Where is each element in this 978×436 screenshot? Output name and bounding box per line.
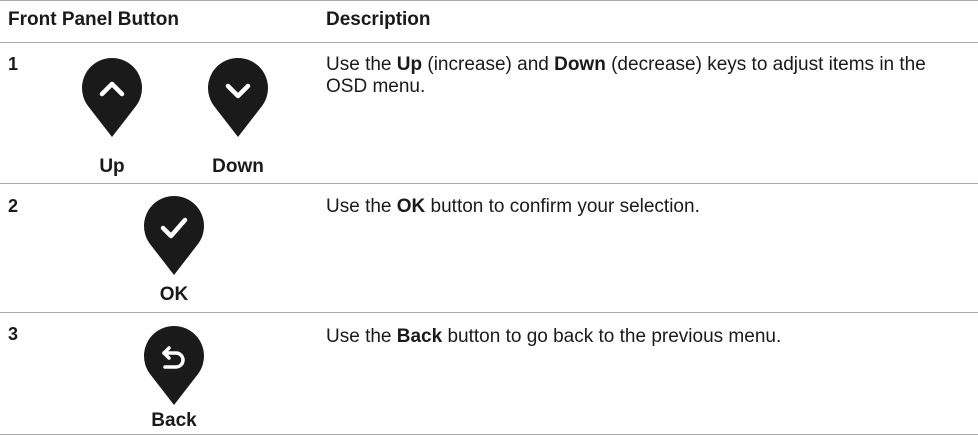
row-number: 2 [8,196,19,216]
back-arrow-icon[interactable] [142,324,206,406]
row-description: Use the OK button to confirm your select… [326,196,700,217]
row-rule [0,312,978,313]
back-label: Back [151,410,197,431]
header-description: Description [326,9,431,30]
chevron-up-icon[interactable] [80,56,144,138]
row-number: 1 [8,54,19,74]
header-front-panel-button: Front Panel Button [8,9,179,30]
down-label: Down [212,156,264,177]
table-top-rule [0,0,978,1]
row-description: Use the Up (increase) and Down (decrease… [326,54,926,97]
table-bottom-rule [0,434,978,435]
row-number: 3 [8,324,19,344]
chevron-down-icon[interactable] [206,56,270,138]
checkmark-icon[interactable] [142,194,206,276]
row-description: Use the Back button to go back to the pr… [326,326,782,347]
header-rule [0,42,978,43]
ok-label: OK [159,284,189,305]
row-rule [0,183,978,184]
up-label: Up [99,156,125,177]
